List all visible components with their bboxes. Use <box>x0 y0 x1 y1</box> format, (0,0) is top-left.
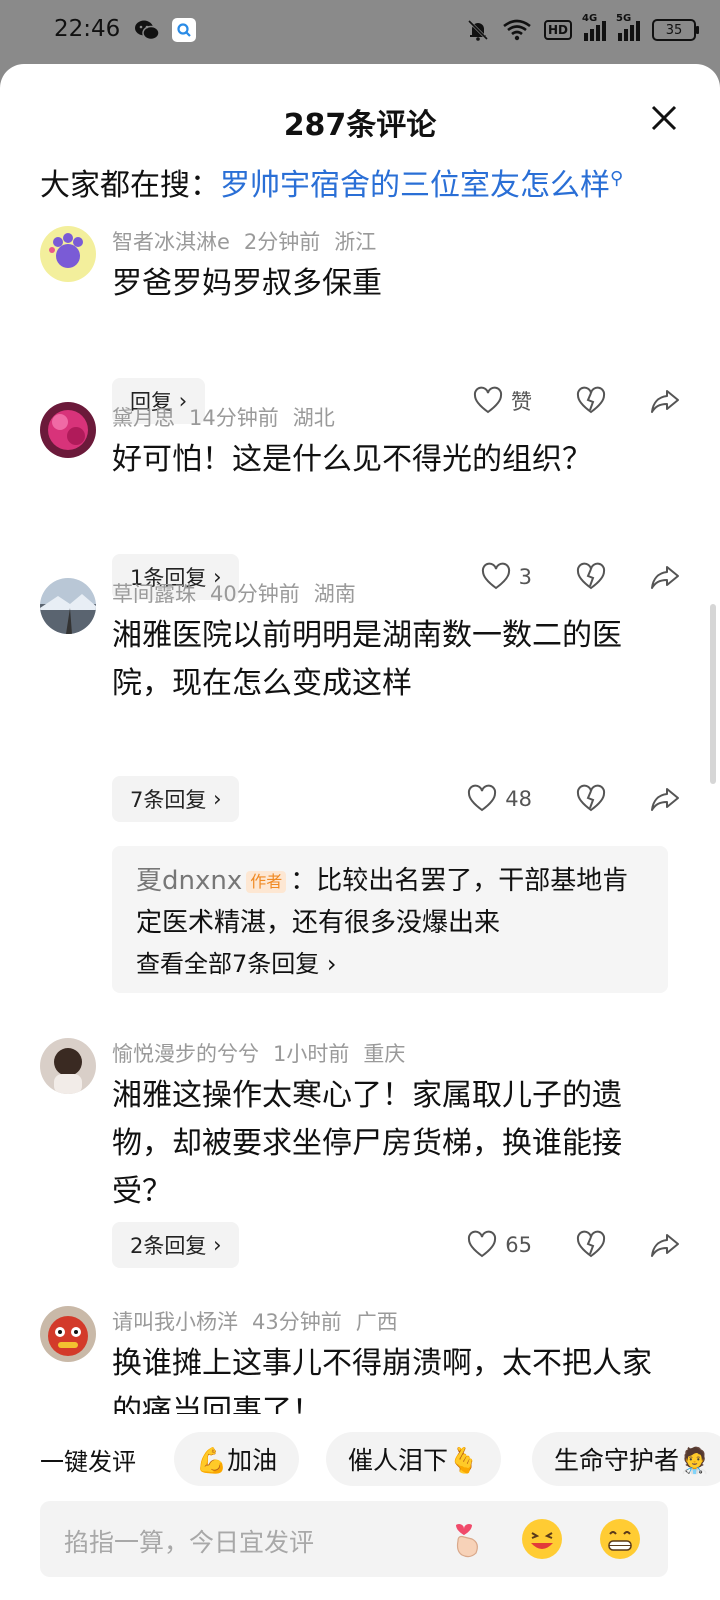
hot-search-prefix: 大家都在搜： <box>40 168 220 203</box>
signal-4g-icon: 4G <box>582 13 606 41</box>
comment-meta: 草间露珠 40分钟前 湖南 <box>112 578 370 608</box>
battery-icon: 35 <box>652 19 699 41</box>
comment-region: 湖南 <box>313 582 356 606</box>
like-count: 3 <box>518 565 532 589</box>
comment-text: 湘雅医院以前明明是湖南数一数二的医院，现在怎么变成这样 <box>112 618 622 701</box>
comment-input[interactable]: 掐指一算，今日宜发评 <box>40 1501 668 1577</box>
sub-reply-box[interactable]: 夏dnxnx 作者 ：比较出名罢了，干部基地肯定医术精湛，还有很多没爆出来 查看全部… <box>112 846 668 993</box>
comment-meta: 请叫我小杨洋 43分钟前 广西 <box>112 1306 412 1336</box>
like-count: 48 <box>505 787 532 811</box>
reply-button[interactable]: 2条回复 › <box>112 1222 240 1268</box>
laughing-emoji-icon[interactable] <box>520 1517 564 1561</box>
comment-text: 湘雅这操作太寒心了！家属取儿子的遗物，却被要求坐停尸房货梯，换谁能接受？ <box>112 1078 622 1209</box>
quick-comment-bar: 一键发评 💪加油 催人泪下🫰 生命守护者🧑‍⚕️ <box>0 1430 720 1490</box>
comment-time: 1小时前 <box>273 1042 350 1066</box>
search-icon[interactable]: ⚲ <box>610 168 623 189</box>
comment-text: 罗爸罗妈罗叔多保重 <box>112 266 382 301</box>
chevron-right-icon: › <box>213 1233 222 1257</box>
finger-heart-emoji-icon[interactable] <box>444 1517 488 1561</box>
comment-region: 湖北 <box>292 406 335 430</box>
share-icon[interactable] <box>650 784 680 814</box>
like-count: 65 <box>505 1233 532 1257</box>
status-notification-icons <box>134 18 196 42</box>
share-icon[interactable] <box>650 1230 680 1260</box>
comment-username[interactable]: 草间露珠 <box>112 582 196 606</box>
comment-time: 43分钟前 <box>252 1310 342 1334</box>
grinning-emoji-icon[interactable] <box>598 1517 642 1561</box>
status-time: 22:46 <box>54 16 121 42</box>
heart-icon <box>468 784 497 812</box>
broken-heart-icon[interactable] <box>576 562 606 592</box>
avatar[interactable] <box>40 1038 96 1094</box>
search-app-icon <box>172 18 196 42</box>
quick-chip-guardian[interactable]: 生命守护者🧑‍⚕️ <box>532 1432 720 1486</box>
like-button[interactable]: 3 <box>481 562 532 592</box>
comment-time: 2分钟前 <box>243 230 321 254</box>
like-button[interactable]: 48 <box>467 784 532 814</box>
quick-comment-label: 一键发评 <box>40 1448 136 1476</box>
heart-icon <box>473 386 503 414</box>
comment-sheet: 287条评论 大家都在搜：罗帅宇宿舍的三位室友怎么样⚲ 智者冰淇淋e 2分钟前 浙江… <box>0 64 720 1600</box>
status-right-icons: HD 4G 5G 35 <box>466 13 699 42</box>
reply-label: 7条回复 <box>130 788 207 812</box>
close-icon[interactable] <box>648 102 680 134</box>
hd-voice-badge: HD <box>543 20 572 40</box>
comment-username[interactable]: 智者冰淇淋e <box>112 230 230 254</box>
heart-icon <box>468 1230 497 1258</box>
broken-heart-icon[interactable] <box>576 386 606 416</box>
view-all-replies-link[interactable]: 查看全部7条回复 › <box>136 944 644 979</box>
comment-actions: 3 <box>481 562 680 592</box>
like-button[interactable]: 65 <box>467 1230 532 1260</box>
comment-username[interactable]: 黛月思 <box>112 406 175 430</box>
quick-chip-touching[interactable]: 催人泪下🫰 <box>326 1432 502 1486</box>
comment-region: 重庆 <box>363 1042 406 1066</box>
like-button[interactable]: 赞 <box>473 386 532 416</box>
avatar[interactable] <box>40 402 96 458</box>
reply-label: 2条回复 <box>130 1234 207 1258</box>
comment-count-title: 287条评论 <box>283 108 437 143</box>
avatar[interactable] <box>40 1306 96 1362</box>
comment-text: 好可怕！这是什么见不得光的组织？ <box>112 442 592 477</box>
signal-5g-icon: 5G <box>616 13 640 41</box>
comment-username[interactable]: 请叫我小杨洋 <box>112 1310 238 1334</box>
comment-time: 40分钟前 <box>210 582 300 606</box>
reply-button[interactable]: 7条回复 › <box>112 776 240 822</box>
avatar[interactable] <box>40 578 96 634</box>
quick-chip-cheer[interactable]: 💪加油 <box>174 1432 300 1486</box>
share-icon[interactable] <box>650 386 680 416</box>
comment-region: 广西 <box>355 1310 398 1334</box>
comment-meta: 黛月思 14分钟前 湖北 <box>112 402 349 432</box>
avatar[interactable] <box>40 226 96 282</box>
like-count: 赞 <box>511 390 532 414</box>
scrollbar[interactable] <box>710 604 716 784</box>
comment-username[interactable]: 愉悦漫步的兮兮 <box>112 1042 259 1066</box>
comment-meta: 愉悦漫步的兮兮 1小时前 重庆 <box>112 1038 419 1068</box>
heart-icon <box>481 562 510 590</box>
comment-region: 浙江 <box>334 230 377 254</box>
author-badge: 作者 <box>246 870 287 893</box>
wifi-icon <box>503 19 531 41</box>
comment-actions: 赞 <box>473 386 680 416</box>
comment-meta: 智者冰淇淋e 2分钟前 浙江 <box>112 226 390 256</box>
wechat-icon <box>135 20 160 41</box>
comment-list[interactable]: 智者冰淇淋e 2分钟前 浙江 罗爸罗妈罗叔多保重 回复 › 赞 黛月思 14分钟前 湖北 <box>0 214 720 1414</box>
broken-heart-icon[interactable] <box>576 784 606 814</box>
sub-reply-line: 夏dnxnx 作者 ：比较出名罢了，干部基地肯定医术精湛，还有很多没爆出来 <box>136 860 644 944</box>
chevron-right-icon: › <box>326 950 337 978</box>
status-bar: 22:46 HD 4G 5G 35 <box>0 0 720 64</box>
mute-bell-icon <box>467 19 489 41</box>
hot-search-link[interactable]: 罗帅宇宿舍的三位室友怎么样 <box>220 168 610 203</box>
hot-search-bar: 大家都在搜：罗帅宇宿舍的三位室友怎么样⚲ <box>40 160 623 204</box>
share-icon[interactable] <box>650 562 680 592</box>
comment-text: 换谁摊上这事儿不得崩溃啊，太不把人家的痛当回事了！ <box>112 1346 652 1414</box>
broken-heart-icon[interactable] <box>576 1230 606 1260</box>
sub-reply-username[interactable]: 夏dnxnx <box>136 866 242 896</box>
comment-actions: 65 <box>467 1230 680 1260</box>
comment-actions: 48 <box>467 784 680 814</box>
chevron-right-icon: › <box>213 787 222 811</box>
comment-input-placeholder: 掐指一算，今日宜发评 <box>64 1528 315 1557</box>
comment-time: 14分钟前 <box>189 406 279 430</box>
